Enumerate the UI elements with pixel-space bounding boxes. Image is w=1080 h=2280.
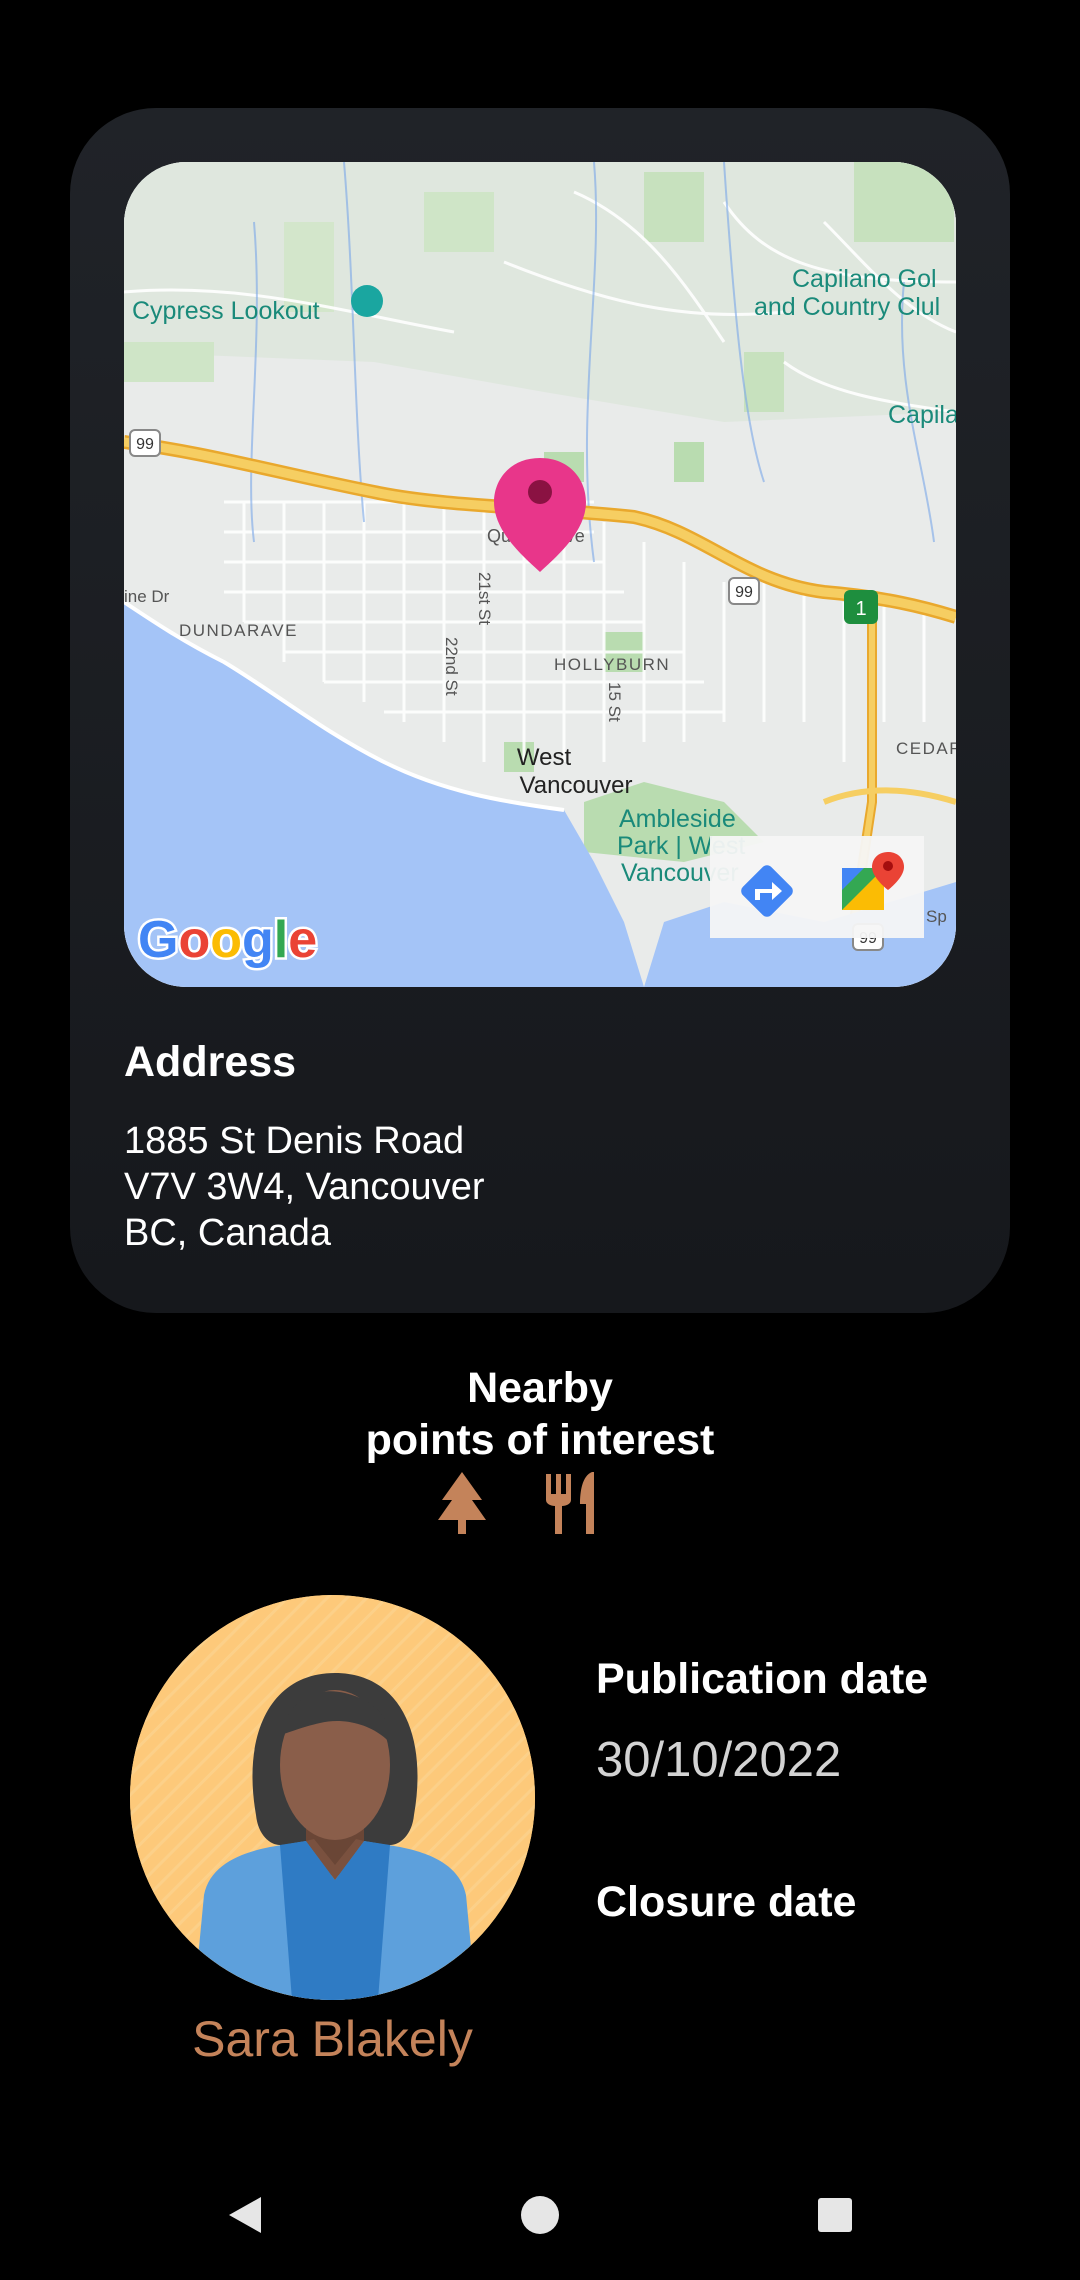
svg-text:Google: Google [138,911,317,969]
map-label-15st: 15 St [605,682,624,722]
location-card: 99 99 99 1 Cypress Lookout Capilano Gol … [70,108,1010,1313]
user-name: Sara Blakely [192,2011,473,2067]
map-label-vancouver: Vancouver [520,772,633,799]
tree-icon[interactable] [438,1472,486,1534]
map-label-dundarave: DUNDARAVE [179,621,298,640]
map-label-sp: Sp [926,907,947,926]
avatar[interactable] [130,1595,535,2000]
address-line-1: 1885 St Denis Road [124,1120,465,1162]
poi-title: Nearby points of interest [0,1362,1080,1466]
system-navbar [0,2160,1080,2270]
svg-text:1: 1 [855,598,866,620]
closure-date-label: Closure date [596,1878,857,1926]
poi-icons [438,1472,594,1534]
poi-title-line-1: Nearby [467,1364,613,1412]
map-label-hollyburn: HOLLYBURN [554,655,670,674]
address-title: Address [124,1038,297,1086]
publication-date-label: Publication date [596,1655,929,1703]
map-label-cypress: Cypress Lookout [132,297,320,325]
address-line-3: BC, Canada [124,1212,332,1254]
map-label-21st: 21st St [475,572,494,625]
back-icon[interactable] [203,2160,283,2270]
google-logo: Google Google [136,909,320,972]
map-highway-label: 99 [735,584,753,601]
poi-title-line-2: points of interest [365,1416,715,1464]
map-highway-label: 99 [136,436,154,453]
address-line-2: V7V 3W4, Vancouver [124,1166,485,1208]
map-label-ambleside: Ambleside [619,805,736,833]
home-icon[interactable] [500,2160,580,2270]
map-label-capilano: Capilano Gol [792,265,937,293]
map-label-22nd: 22nd St [442,637,461,696]
restaurant-icon[interactable] [546,1472,594,1534]
map-view[interactable]: 99 99 99 1 Cypress Lookout Capilano Gol … [124,162,956,987]
recents-icon[interactable] [796,2160,876,2270]
publication-date-value: 30/10/2022 [596,1733,842,1787]
map-label-west: West [517,744,572,771]
map-label-cedar: CEDAR [896,739,956,758]
map-label-capila: Capila [888,401,956,429]
map-label-line-dr: ine Dr [124,587,170,606]
map-label-capilano-2: and Country Clul [754,293,940,321]
screen: 99 99 99 1 Cypress Lookout Capilano Gol … [0,0,1080,2280]
